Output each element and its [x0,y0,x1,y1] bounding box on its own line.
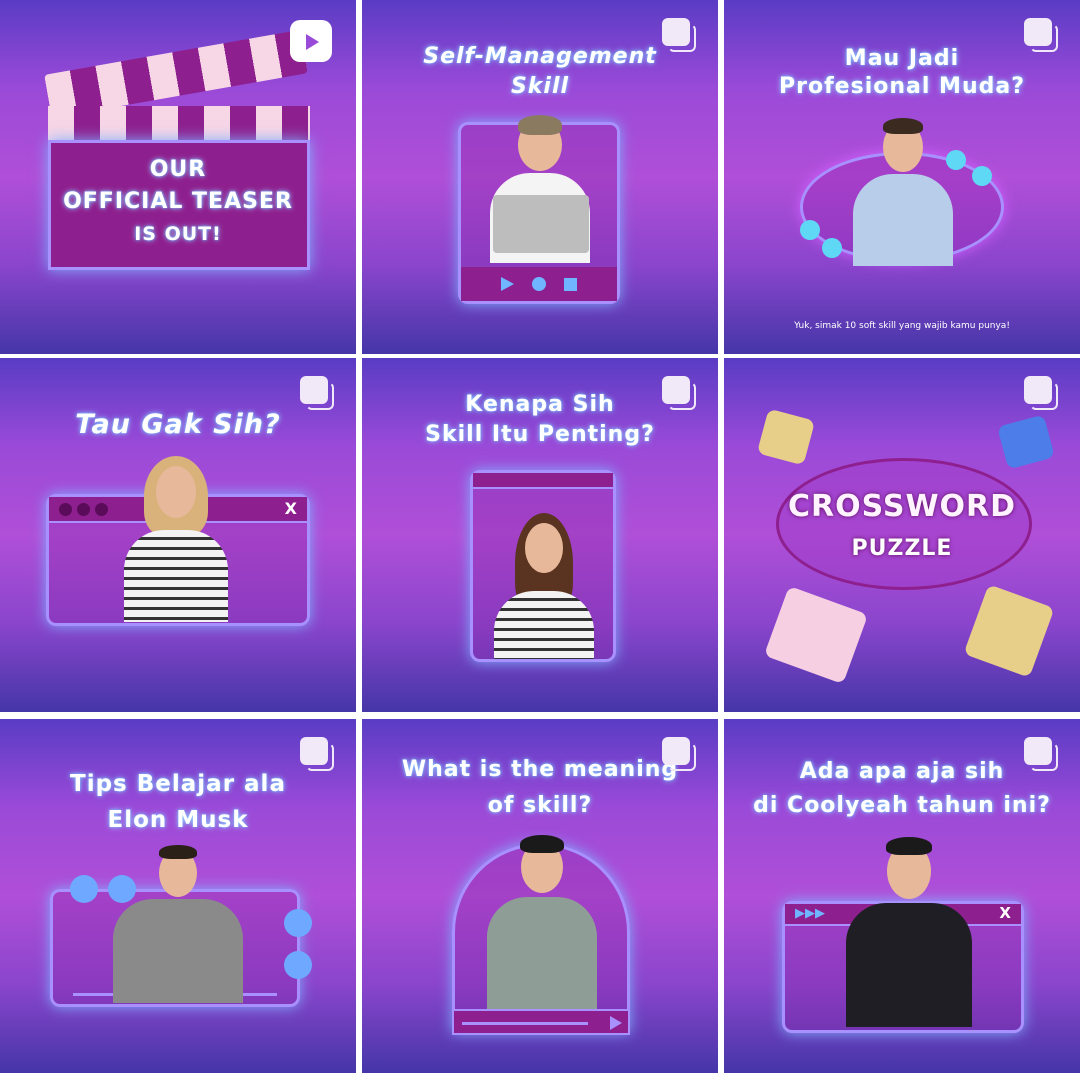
man-in-suit [110,843,246,1003]
fast-forward-icon: ▶▶▶ [795,906,825,921]
woman-thinking [489,513,599,659]
post-tile-5[interactable]: Kenapa Sih Skill Itu Penting? [362,358,718,712]
crossword-ellipse [776,458,1032,590]
decor-dot [284,909,312,937]
close-icon: X [999,904,1011,922]
clapperboard-stripes [48,106,310,140]
puzzle-piece-blue [997,414,1055,470]
post-tile-1[interactable]: OUR OFFICIAL TEASER IS OUT! [0,0,356,354]
progress-bar[interactable] [462,1022,588,1025]
window-frame [470,470,616,662]
video-frame [458,115,620,304]
player-controls [461,267,617,301]
stop-icon [564,277,577,291]
post-title: Tau Gak Sih? [75,409,281,440]
reels-icon [290,20,332,62]
decor-dot [70,875,98,903]
post-title-line-1: Tips Belajar ala [70,771,286,797]
post-title-line-2: Profesional Muda? [779,74,1025,99]
post-caption: Yuk, simak 10 soft skill yang wajib kamu… [794,321,1010,331]
play-icon [501,277,514,291]
carousel-icon [662,18,696,52]
post-title-line-2: Skill Itu Penting? [425,422,655,447]
post-title-line-2: di Coolyeah tahun ini? [753,793,1051,818]
decor-dot [284,951,312,979]
post-tile-2[interactable]: Self-Management Skill [362,0,718,354]
player-controls [452,1009,630,1035]
post-title-line-2: Elon Musk [107,807,249,833]
carousel-icon [300,376,334,410]
post-tile-6[interactable]: CROSSWORD PUZZLE [724,358,1080,712]
post-tile-7[interactable]: Tips Belajar ala Elon Musk [0,719,356,1073]
carousel-icon [662,376,696,410]
post-title-line-2: Skill [510,74,570,99]
man-thinking [844,831,974,1027]
record-icon [532,277,546,291]
decor-dot [972,166,992,186]
woman-pointing [118,454,234,622]
puzzle-subtitle: PUZZLE [851,536,953,561]
window-titlebar [473,473,613,489]
post-title-line-2: of skill? [487,793,593,818]
decor-dot [800,220,820,240]
carousel-icon [300,737,334,771]
puzzle-piece-yellow [756,408,816,466]
close-icon: X [284,499,297,518]
man-pointing-up [484,835,600,1015]
puzzle-piece-pink [763,585,869,685]
play-icon[interactable] [610,1016,622,1030]
carousel-icon [1024,737,1058,771]
person-with-book [848,116,958,266]
carousel-icon [1024,18,1058,52]
clapper-text-1: OUR [149,157,207,182]
post-tile-4[interactable]: Tau Gak Sih? X [0,358,356,712]
clapper-text-2: OFFICIAL TEASER [63,189,293,214]
decor-dot [822,238,842,258]
post-tile-8[interactable]: What is the meaning of skill? [362,719,718,1073]
clapper-text-3: IS OUT! [134,223,222,245]
clapperboard-top [44,29,308,119]
person-with-laptop [481,113,599,263]
post-tile-9[interactable]: Ada apa aja sih di Coolyeah tahun ini? ▶… [724,719,1080,1073]
carousel-icon [662,737,696,771]
puzzle-piece-yellow [963,584,1055,678]
carousel-icon [1024,376,1058,410]
crossword-title: CROSSWORD [787,489,1017,524]
decor-dot [946,150,966,170]
post-tile-3[interactable]: Mau Jadi Profesional Muda? Yuk, simak 10… [724,0,1080,354]
